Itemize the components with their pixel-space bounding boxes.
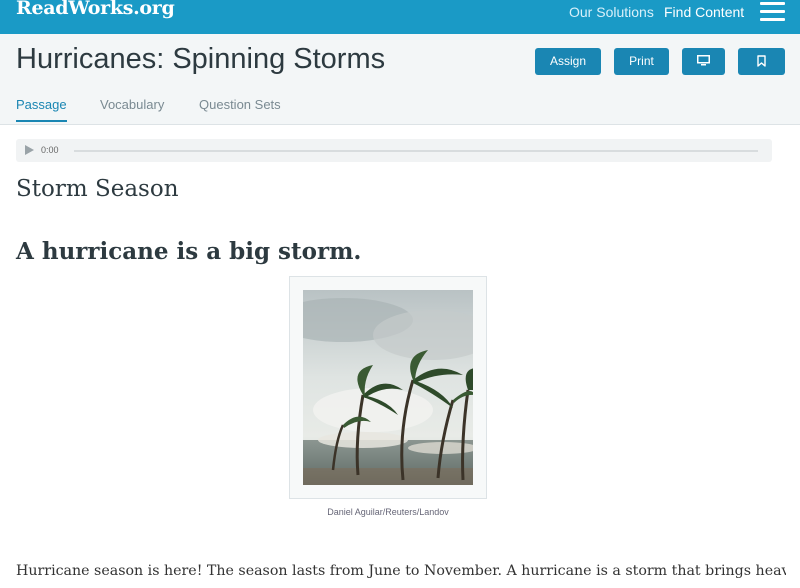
audio-progress-track[interactable] [74,150,758,152]
passage-figure [289,276,487,499]
hamburger-menu-icon[interactable] [760,2,785,22]
tab-question-sets[interactable]: Question Sets [199,97,281,112]
hurricane-photo [303,290,473,485]
play-icon[interactable] [25,145,34,155]
active-tab-indicator [16,120,67,122]
section-title: Storm Season [16,176,179,202]
passage-headline: A hurricane is a big storm. [16,238,362,265]
readworks-logo[interactable]: ReadWorks.org [16,0,175,19]
tab-passage[interactable]: Passage [16,97,67,112]
present-button[interactable] [682,48,725,75]
image-caption: Daniel Aguilar/Reuters/Landov [327,507,449,517]
bookmark-button[interactable] [738,48,785,75]
tab-vocabulary[interactable]: Vocabulary [100,97,164,112]
bookmark-icon [757,55,766,67]
top-nav-bar: ReadWorks.org Our Solutions Find Content [0,0,800,34]
passage-paragraph: Hurricane season is here! The season las… [16,563,786,579]
print-button[interactable]: Print [614,48,669,75]
monitor-icon [697,55,710,66]
audio-time: 0:00 [41,145,59,155]
audio-player: 0:00 [16,139,772,162]
nav-our-solutions[interactable]: Our Solutions [569,4,654,20]
nav-find-content[interactable]: Find Content [664,4,744,20]
assign-button[interactable]: Assign [535,48,601,75]
title-bar: Hurricanes: Spinning Storms Assign Print… [0,34,800,125]
page-title: Hurricanes: Spinning Storms [16,43,386,75]
